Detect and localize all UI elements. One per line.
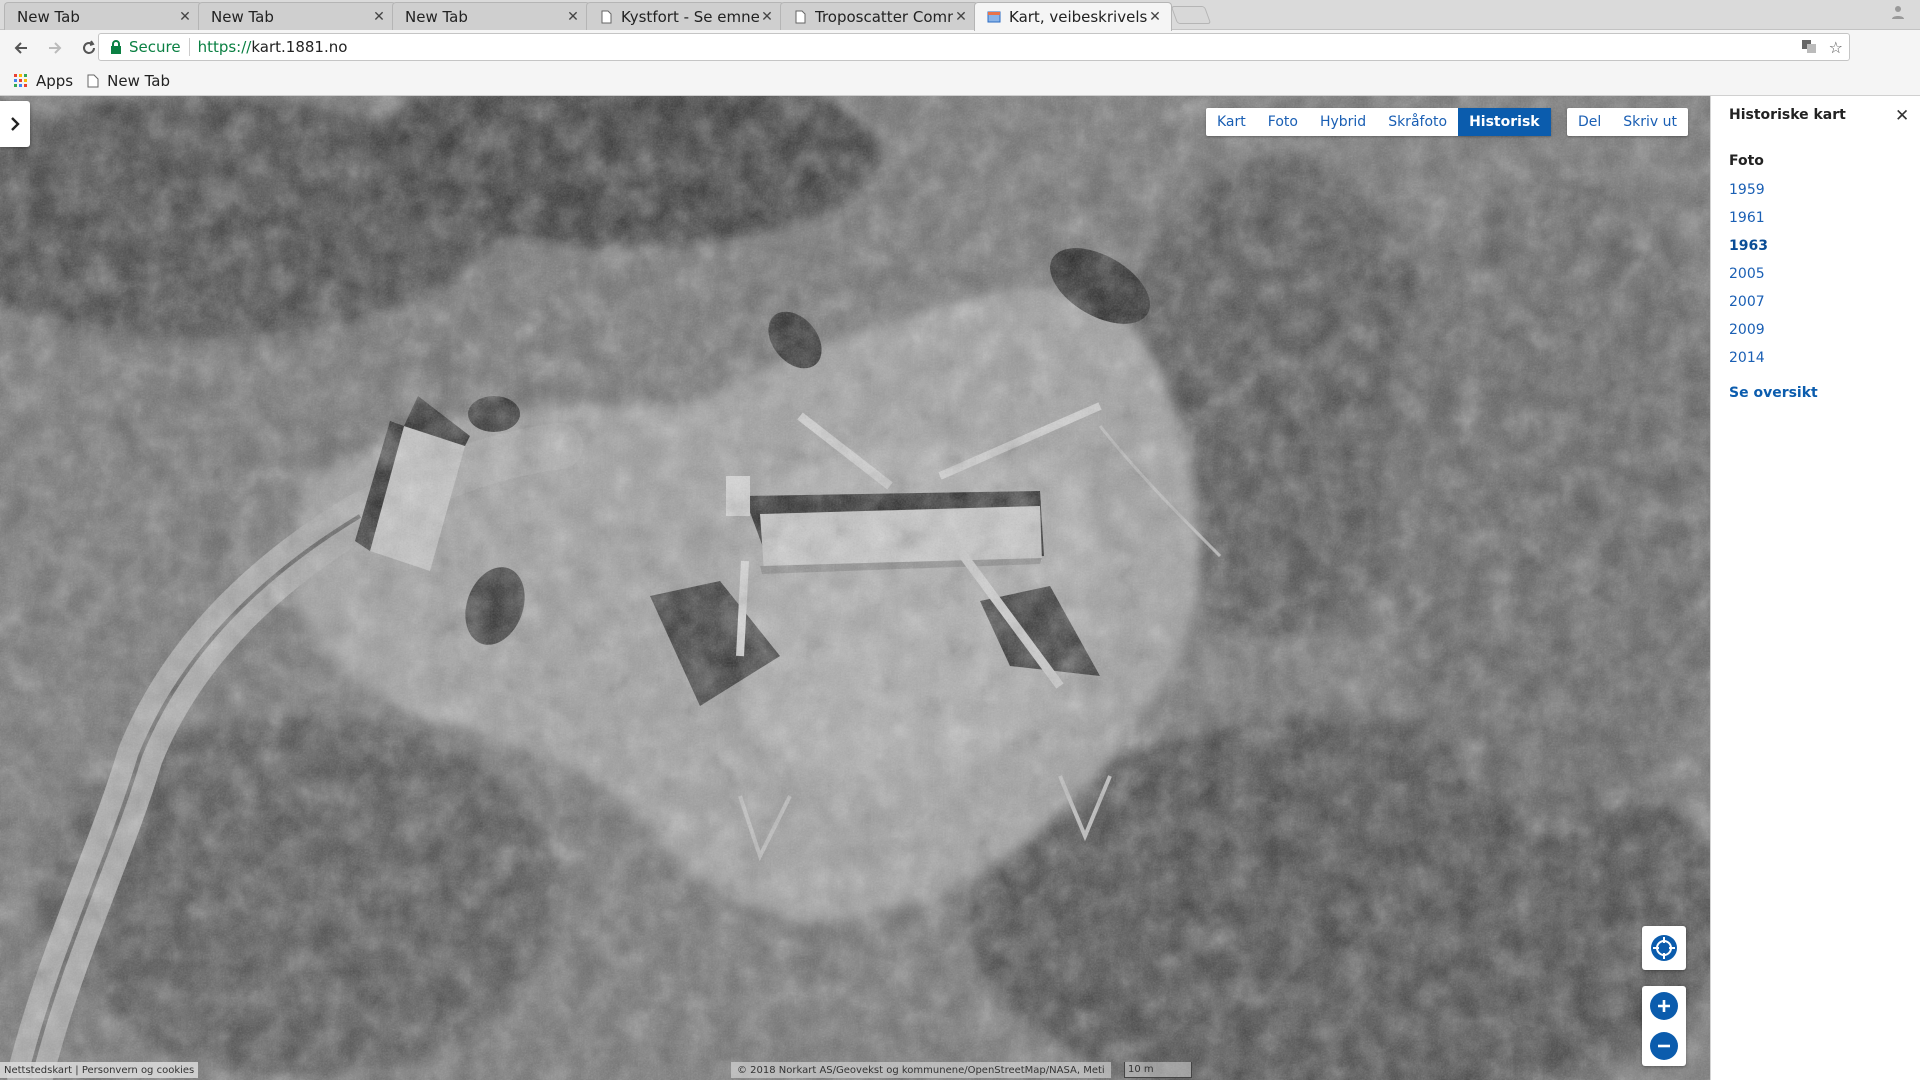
year-link-2005[interactable]: 2005 <box>1729 266 1768 294</box>
share-button[interactable]: Del <box>1567 108 1612 136</box>
bookmark-label: Apps <box>36 71 74 90</box>
page-icon <box>601 10 612 23</box>
tab-title: New Tab <box>405 7 468 26</box>
historic-aerial-photo[interactable] <box>0 96 1710 1080</box>
map-type-historisk[interactable]: Historisk <box>1458 108 1551 136</box>
tab-5[interactable]: Troposcatter Comm ✕ <box>780 2 978 30</box>
map-icon <box>987 11 1001 23</box>
close-icon[interactable]: ✕ <box>953 9 969 25</box>
zoom-controls <box>1642 986 1686 1066</box>
divider <box>188 38 190 56</box>
close-icon[interactable]: ✕ <box>565 9 581 25</box>
browser-toolbar: Secure https:// kart.1881.no ☆ ⋮ <box>0 30 1920 87</box>
panel-title: Historiske kart <box>1729 107 1846 123</box>
zoom-in-button[interactable] <box>1650 992 1678 1020</box>
tab-title: Kystfort - Se emne - <box>621 7 759 26</box>
overview-link[interactable]: Se oversikt <box>1729 385 1818 401</box>
map-type-switcher: Kart Foto Hybrid Skråfoto Historisk <box>1206 108 1551 136</box>
tab-title: New Tab <box>17 7 80 26</box>
bookmarks-bar: Apps New Tab <box>0 66 1920 96</box>
map-type-hybrid[interactable]: Hybrid <box>1309 108 1377 136</box>
new-tab-button[interactable] <box>1170 6 1212 24</box>
map-view[interactable]: Kart Foto Hybrid Skråfoto Historisk Del … <box>0 96 1710 1080</box>
tab-title: New Tab <box>211 7 274 26</box>
footer-links[interactable]: Nettstedskart | Personvern og cookies <box>0 1062 199 1078</box>
minus-icon <box>1658 1044 1670 1048</box>
tab-4[interactable]: Kystfort - Se emne - ✕ <box>586 2 784 30</box>
map-type-skrafoto[interactable]: Skråfoto <box>1377 108 1458 136</box>
tab-3[interactable]: New Tab ✕ <box>392 2 590 30</box>
year-link-2009[interactable]: 2009 <box>1729 322 1768 350</box>
security-label: Secure <box>129 38 181 56</box>
year-link-1961[interactable]: 1961 <box>1729 210 1768 238</box>
year-link-1959[interactable]: 1959 <box>1729 182 1768 210</box>
chevron-right-icon <box>11 117 20 131</box>
expand-sidebar-button[interactable] <box>0 101 30 147</box>
lock-icon <box>111 40 121 54</box>
forward-arrow-icon <box>49 42 62 54</box>
close-icon[interactable]: ✕ <box>759 9 775 25</box>
year-list: 1959 1961 1963 2005 2007 2009 2014 <box>1729 182 1768 378</box>
close-icon[interactable]: ✕ <box>177 9 193 25</box>
apps-grid-icon <box>14 73 27 87</box>
zoom-out-button[interactable] <box>1650 1032 1678 1060</box>
bookmark-label: New Tab <box>107 71 171 90</box>
year-link-2014[interactable]: 2014 <box>1729 350 1768 378</box>
url-scheme: https:// <box>197 38 252 56</box>
plus-icon <box>1658 1000 1670 1012</box>
scale-bar: 10 m <box>1124 1062 1192 1078</box>
close-icon[interactable]: ✕ <box>371 9 387 25</box>
reload-icon <box>83 40 95 54</box>
star-icon[interactable]: ☆ <box>1829 38 1843 58</box>
year-link-2007[interactable]: 2007 <box>1729 294 1768 322</box>
map-type-foto[interactable]: Foto <box>1257 108 1309 136</box>
locate-me-button[interactable] <box>1642 926 1686 970</box>
omnibox-icons: ☆ <box>1801 38 1843 58</box>
tab-1[interactable]: New Tab ✕ <box>4 2 202 30</box>
forward-button[interactable] <box>42 35 68 61</box>
print-button[interactable]: Skriv ut <box>1612 108 1688 136</box>
tab-6-active[interactable]: Kart, veibeskrivelse ✕ <box>974 2 1172 31</box>
profile-icon[interactable] <box>1888 4 1908 24</box>
tab-strip: New Tab ✕ New Tab ✕ New Tab ✕ Kystfort -… <box>0 0 1920 31</box>
bookmark-apps[interactable]: Apps <box>14 72 73 90</box>
tab-2[interactable]: New Tab ✕ <box>198 2 396 30</box>
crosshair-icon <box>1651 935 1677 961</box>
map-attribution: © 2018 Norkart AS/Geovekst og kommunene/… <box>731 1062 1111 1078</box>
page-icon <box>87 74 99 87</box>
address-bar[interactable]: Secure https:// kart.1881.no ☆ <box>98 33 1850 61</box>
url-host: kart.1881.no <box>251 38 348 56</box>
back-button[interactable] <box>8 35 34 61</box>
bookmark-new-tab[interactable]: New Tab <box>87 72 170 90</box>
map-type-kart[interactable]: Kart <box>1206 108 1257 136</box>
year-link-1963[interactable]: 1963 <box>1729 238 1768 266</box>
close-icon[interactable]: ✕ <box>1895 106 1909 126</box>
close-icon[interactable]: ✕ <box>1147 9 1163 25</box>
section-heading-foto: Foto <box>1729 153 1764 169</box>
back-arrow-icon <box>14 42 27 54</box>
translate-icon[interactable] <box>1801 38 1817 58</box>
historic-maps-panel: Historiske kart ✕ Foto 1959 1961 1963 20… <box>1710 96 1920 1080</box>
tab-title: Kart, veibeskrivelse <box>1009 8 1147 26</box>
page-icon <box>795 10 806 23</box>
map-actions: Del Skriv ut <box>1567 108 1689 136</box>
tab-title: Troposcatter Comm <box>815 7 953 26</box>
